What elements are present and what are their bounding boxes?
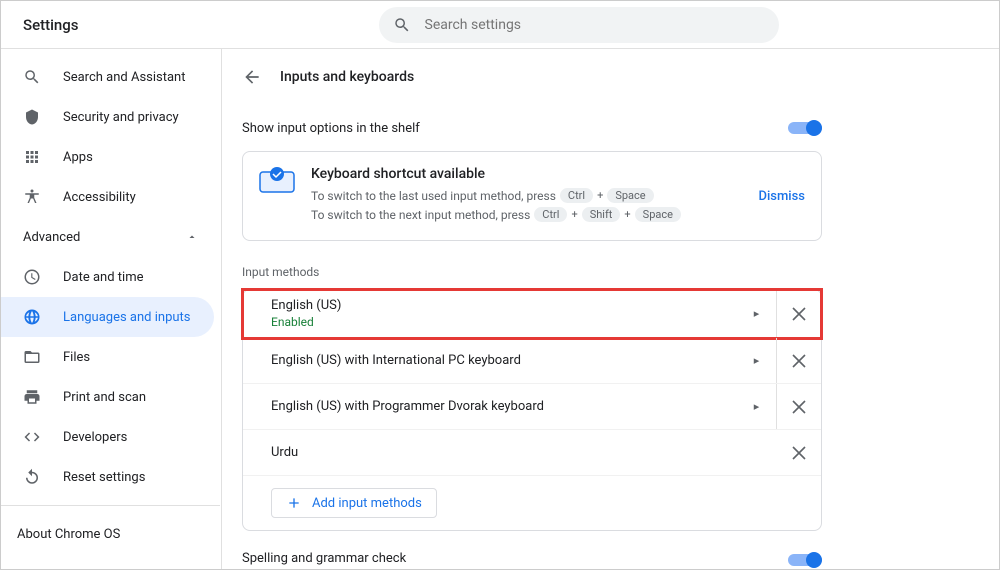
remove-button[interactable]: [777, 400, 821, 414]
app-header: Settings: [1, 1, 999, 49]
add-button-label: Add input methods: [312, 496, 422, 511]
key-chip: Ctrl: [560, 188, 593, 203]
remove-button[interactable]: [777, 307, 821, 321]
advanced-label: Advanced: [23, 230, 80, 245]
close-icon: [792, 307, 806, 321]
sidebar-item-label: Languages and inputs: [63, 310, 191, 325]
sidebar-item-about[interactable]: About Chrome OS: [1, 514, 220, 554]
folder-icon: [23, 348, 41, 366]
remove-button[interactable]: [777, 354, 821, 368]
key-chip: Space: [635, 207, 681, 222]
page-title: Inputs and keyboards: [280, 69, 414, 85]
dismiss-button[interactable]: Dismiss: [758, 189, 805, 204]
sidebar-item-label: Security and privacy: [63, 110, 179, 125]
sidebar-item-accessibility[interactable]: Accessibility: [1, 177, 220, 217]
sidebar-item-print[interactable]: Print and scan: [1, 377, 220, 417]
input-methods-label: Input methods: [242, 265, 822, 279]
sidebar-item-label: Accessibility: [63, 190, 136, 205]
input-method-row[interactable]: Urdu ▸: [243, 430, 821, 476]
close-icon: [792, 354, 806, 368]
input-method-row[interactable]: English (US) with Programmer Dvorak keyb…: [243, 384, 821, 430]
sidebar-item-label: Developers: [63, 430, 127, 445]
search-icon: [23, 68, 41, 86]
spelling-toggle[interactable]: [788, 551, 822, 569]
divider: [1, 505, 220, 506]
search-icon: [393, 16, 411, 34]
spelling-toggle-row: Spelling and grammar check Grammar check…: [242, 551, 822, 569]
close-icon: [792, 446, 806, 460]
clock-icon: [23, 268, 41, 286]
shelf-toggle-row: Show input options in the shelf: [242, 105, 822, 151]
info-line1-prefix: To switch to the last used input method,…: [311, 189, 556, 203]
input-methods-list: English (US) Enabled ▸ English (US) with…: [242, 289, 822, 531]
sidebar-item-label: Print and scan: [63, 390, 146, 405]
search-input[interactable]: [425, 17, 765, 33]
configure-button[interactable]: ▸: [737, 384, 777, 429]
input-method-row[interactable]: English (US) Enabled ▸: [243, 290, 821, 338]
remove-button[interactable]: [777, 446, 821, 460]
globe-icon: [23, 308, 41, 326]
back-arrow-icon[interactable]: [242, 67, 262, 87]
chevron-up-icon: [186, 231, 198, 243]
close-icon: [792, 400, 806, 414]
sidebar: Search and Assistant Security and privac…: [1, 49, 221, 569]
sidebar-item-label: Search and Assistant: [63, 70, 186, 85]
method-status: Enabled: [271, 315, 737, 329]
accessibility-icon: [23, 188, 41, 206]
key-chip: Ctrl: [534, 207, 567, 222]
sidebar-item-search-assistant[interactable]: Search and Assistant: [1, 57, 220, 97]
key-chip: Shift: [582, 207, 621, 222]
method-name: English (US): [271, 298, 737, 313]
sidebar-item-reset[interactable]: Reset settings: [1, 457, 220, 497]
shelf-label: Show input options in the shelf: [242, 121, 420, 136]
sidebar-item-label: Files: [63, 350, 90, 365]
sidebar-item-label: Date and time: [63, 270, 144, 285]
spelling-sub: Grammar check currently available for En…: [242, 568, 511, 569]
keyboard-icon: [259, 166, 295, 194]
keyboard-shortcut-card: Keyboard shortcut available To switch to…: [242, 151, 822, 241]
sidebar-item-apps[interactable]: Apps: [1, 137, 220, 177]
sidebar-item-security[interactable]: Security and privacy: [1, 97, 220, 137]
sidebar-item-label: Apps: [63, 150, 93, 165]
shield-icon: [23, 108, 41, 126]
plus-icon: +: [597, 189, 603, 202]
info-card-title: Keyboard shortcut available: [311, 166, 742, 182]
app-title: Settings: [23, 16, 79, 34]
input-method-row[interactable]: English (US) with International PC keybo…: [243, 338, 821, 384]
key-chip: Space: [607, 188, 653, 203]
sidebar-item-date-time[interactable]: Date and time: [1, 257, 220, 297]
plus-icon: +: [571, 208, 577, 221]
add-input-methods-button[interactable]: Add input methods: [271, 488, 437, 518]
sidebar-item-developers[interactable]: Developers: [1, 417, 220, 457]
method-name: English (US) with International PC keybo…: [271, 353, 737, 368]
printer-icon: [23, 388, 41, 406]
shelf-toggle[interactable]: [788, 119, 822, 137]
configure-button[interactable]: ▸: [737, 338, 777, 383]
sidebar-item-files[interactable]: Files: [1, 337, 220, 377]
reset-icon: [23, 468, 41, 486]
configure-button[interactable]: ▸: [737, 290, 777, 337]
apps-icon: [23, 148, 41, 166]
spelling-title: Spelling and grammar check: [242, 551, 511, 566]
plus-icon: [286, 495, 302, 511]
code-icon: [23, 428, 41, 446]
plus-icon: +: [624, 208, 630, 221]
sidebar-advanced-toggle[interactable]: Advanced: [1, 217, 220, 257]
sidebar-item-label: Reset settings: [63, 470, 145, 485]
method-name: English (US) with Programmer Dvorak keyb…: [271, 399, 737, 414]
info-line2-prefix: To switch to the next input method, pres…: [311, 208, 530, 222]
search-box[interactable]: [379, 7, 779, 43]
sidebar-item-label: About Chrome OS: [17, 527, 120, 542]
method-name: Urdu: [271, 445, 737, 460]
main-content: Inputs and keyboards Show input options …: [242, 49, 822, 569]
sidebar-item-languages[interactable]: Languages and inputs: [1, 297, 214, 337]
